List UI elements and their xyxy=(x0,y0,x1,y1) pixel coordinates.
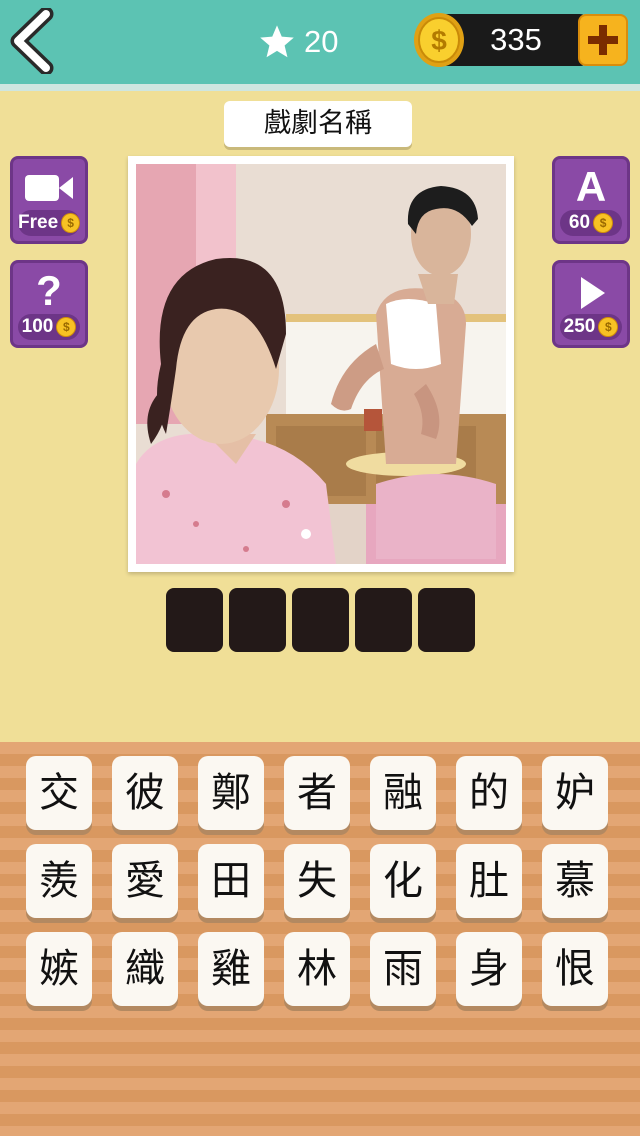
answer-slots xyxy=(166,588,475,652)
answer-slot[interactable] xyxy=(292,588,349,652)
letter-tile[interactable]: 肚 xyxy=(456,844,522,918)
hint-cost-label: 60 xyxy=(568,212,591,233)
back-button[interactable] xyxy=(8,6,58,76)
category-label: 戲劇名稱 xyxy=(224,101,412,147)
letter-tile[interactable]: 鄭 xyxy=(198,756,264,830)
letter-tile[interactable]: 林 xyxy=(284,932,350,1006)
puzzle-picture xyxy=(128,156,514,572)
letter-tile[interactable]: 雨 xyxy=(370,932,436,1006)
letter-tile[interactable]: 彼 xyxy=(112,756,178,830)
coin-icon: $ xyxy=(414,13,464,67)
letter-tile[interactable]: 化 xyxy=(370,844,436,918)
video-camera-icon xyxy=(25,175,73,201)
add-coins-button[interactable] xyxy=(578,14,628,66)
answer-slot[interactable] xyxy=(229,588,286,652)
star-icon xyxy=(260,25,294,58)
coin-icon: $ xyxy=(598,317,619,337)
plus-icon xyxy=(588,25,618,55)
question-hint-button[interactable]: ? 100 $ xyxy=(10,260,88,348)
reveal-letter-hint-button[interactable]: A 60 $ xyxy=(552,156,630,244)
play-icon xyxy=(581,277,605,309)
coin-icon: $ xyxy=(593,213,614,233)
puzzle-illustration xyxy=(136,164,506,564)
letter-tile[interactable]: 織 xyxy=(112,932,178,1006)
letter-tile[interactable]: 失 xyxy=(284,844,350,918)
hint-cost-badge: Free $ xyxy=(18,210,80,236)
letter-tile[interactable]: 交 xyxy=(26,756,92,830)
letter-a-icon: A xyxy=(575,163,607,210)
letter-tile[interactable]: 妒 xyxy=(542,756,608,830)
answer-slot[interactable] xyxy=(355,588,412,652)
letter-tile[interactable]: 田 xyxy=(198,844,264,918)
coin-icon: $ xyxy=(56,317,77,337)
svg-text:$: $ xyxy=(431,25,447,56)
level-number: 20 xyxy=(304,24,339,59)
top-bar: 20 $ 335 xyxy=(0,0,640,91)
watch-video-hint-button[interactable]: Free $ xyxy=(10,156,88,244)
hint-cost-label: 250 xyxy=(563,316,596,337)
hint-cost-label: Free xyxy=(18,212,59,233)
hint-cost-badge: 100 $ xyxy=(18,314,80,340)
question-mark-icon: ? xyxy=(36,267,62,314)
letter-tile[interactable]: 者 xyxy=(284,756,350,830)
letter-tile[interactable]: 慕 xyxy=(542,844,608,918)
chevron-left-icon xyxy=(10,6,54,76)
letter-tile[interactable]: 身 xyxy=(456,932,522,1006)
skip-level-hint-button[interactable]: 250 $ xyxy=(552,260,630,348)
letter-tile-grid: 交 彼 鄭 者 融 的 妒 羨 愛 田 失 化 肚 慕 嫉 織 雞 林 雨 身 … xyxy=(26,756,616,1006)
letter-tile[interactable]: 嫉 xyxy=(26,932,92,1006)
letter-tile[interactable]: 羨 xyxy=(26,844,92,918)
hint-cost-badge: 250 $ xyxy=(560,314,622,340)
answer-slot[interactable] xyxy=(418,588,475,652)
level-indicator: 20 xyxy=(258,22,338,62)
letter-tile[interactable]: 融 xyxy=(370,756,436,830)
letter-tile[interactable]: 恨 xyxy=(542,932,608,1006)
coin-count: 335 xyxy=(490,22,542,57)
letter-tile[interactable]: 的 xyxy=(456,756,522,830)
letter-tile[interactable]: 愛 xyxy=(112,844,178,918)
letter-tile[interactable]: 雞 xyxy=(198,932,264,1006)
answer-slot[interactable] xyxy=(166,588,223,652)
hint-cost-badge: 60 $ xyxy=(560,210,622,236)
hint-cost-label: 100 xyxy=(21,316,54,337)
coin-icon: $ xyxy=(61,213,80,233)
